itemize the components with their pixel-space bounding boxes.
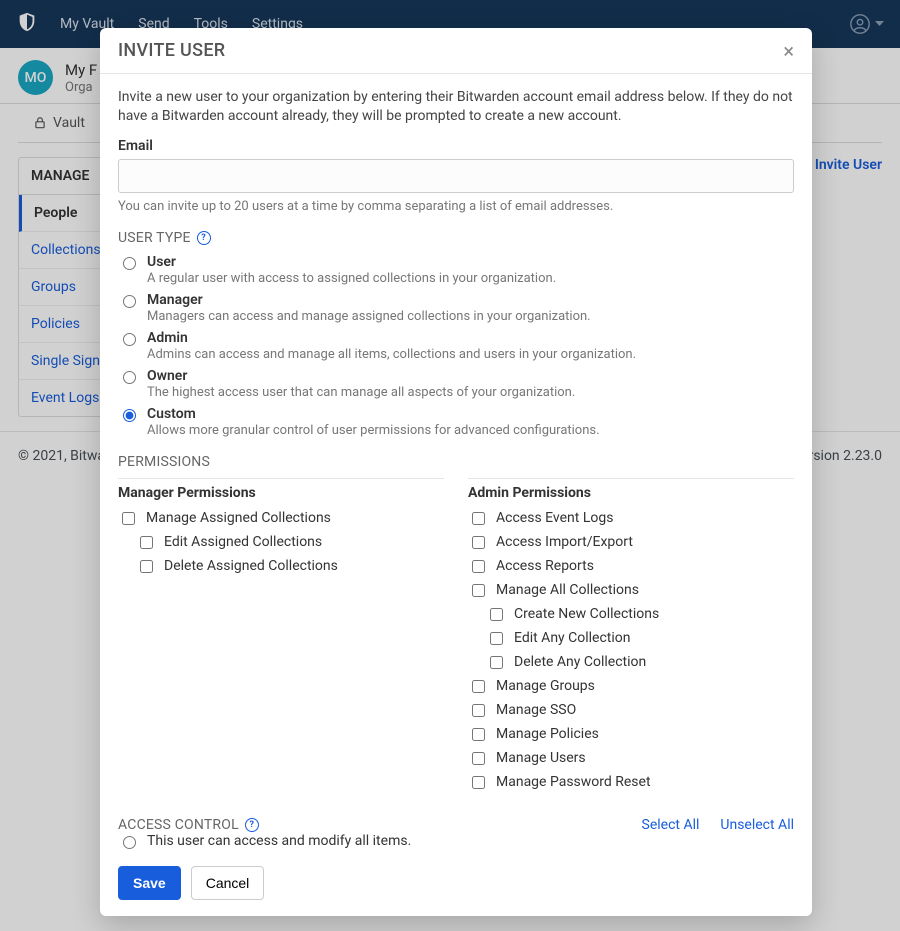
manager-perm-delete-assigned-collections-row[interactable]: Delete Assigned Collections <box>136 557 444 576</box>
select-all-link[interactable]: Select All <box>642 817 700 833</box>
user-type-owner-label: Owner <box>147 368 575 384</box>
admin-perm-manage-password-reset-checkbox[interactable] <box>472 776 485 789</box>
admin-perm-manage-sso-checkbox[interactable] <box>472 704 485 717</box>
admin-perm-create-new-collections-row[interactable]: Create New Collections <box>486 605 794 624</box>
admin-perm-create-new-collections-checkbox[interactable] <box>490 608 503 621</box>
save-button[interactable]: Save <box>118 866 181 900</box>
email-label: Email <box>118 138 794 154</box>
admin-perm-edit-any-collection-label: Edit Any Collection <box>514 630 631 646</box>
access-control-title: ACCESS CONTROL <box>118 817 239 833</box>
access-all-radio[interactable] <box>123 836 136 849</box>
admin-perm-edit-any-collection-checkbox[interactable] <box>490 632 503 645</box>
admin-perm-manage-groups-row[interactable]: Manage Groups <box>468 677 794 696</box>
invite-user-modal: INVITE USER × Invite a new user to your … <box>100 28 812 916</box>
user-type-owner-radio[interactable] <box>123 371 136 384</box>
admin-perm-manage-sso-row[interactable]: Manage SSO <box>468 701 794 720</box>
admin-perm-create-new-collections-label: Create New Collections <box>514 606 659 622</box>
admin-permissions-title: Admin Permissions <box>468 485 794 501</box>
admin-perm-access-reports-checkbox[interactable] <box>472 560 485 573</box>
email-input[interactable] <box>118 159 794 193</box>
admin-permissions-col: Admin Permissions Access Event Logs Acces… <box>468 478 794 797</box>
user-type-admin-label: Admin <box>147 330 636 346</box>
admin-perm-edit-any-collection-row[interactable]: Edit Any Collection <box>486 629 794 648</box>
info-icon[interactable]: ? <box>245 818 259 832</box>
admin-perm-access-event-logs-row[interactable]: Access Event Logs <box>468 509 794 528</box>
user-type-manager-desc: Managers can access and manage assigned … <box>147 309 591 324</box>
manager-perm-manage-assigned-collections-checkbox[interactable] <box>122 512 135 525</box>
info-icon[interactable]: ? <box>197 231 211 245</box>
user-type-admin-radio[interactable] <box>123 333 136 346</box>
admin-perm-access-import-export-row[interactable]: Access Import/Export <box>468 533 794 552</box>
user-type-custom-radio[interactable] <box>123 409 136 422</box>
user-type-owner-desc: The highest access user that can manage … <box>147 385 575 400</box>
admin-perm-manage-groups-checkbox[interactable] <box>472 680 485 693</box>
modal-title: INVITE USER <box>118 40 225 61</box>
admin-perm-manage-groups-label: Manage Groups <box>496 678 595 694</box>
manager-perm-edit-assigned-collections-row[interactable]: Edit Assigned Collections <box>136 533 444 552</box>
user-type-user-desc: A regular user with access to assigned c… <box>147 271 556 286</box>
manager-permissions-col: Manager Permissions Manage Assigned Coll… <box>118 478 444 797</box>
admin-perm-manage-all-collections-checkbox[interactable] <box>472 584 485 597</box>
admin-perm-manage-password-reset-row[interactable]: Manage Password Reset <box>468 773 794 792</box>
admin-perm-access-reports-row[interactable]: Access Reports <box>468 557 794 576</box>
user-type-admin-desc: Admins can access and manage all items, … <box>147 347 636 362</box>
user-type-custom-desc: Allows more granular control of user per… <box>147 423 600 438</box>
manager-perm-manage-assigned-collections-label: Manage Assigned Collections <box>146 510 331 526</box>
user-type-title: USER TYPE <box>118 230 191 246</box>
manager-perm-edit-assigned-collections-label: Edit Assigned Collections <box>164 534 322 550</box>
manager-perm-delete-assigned-collections-label: Delete Assigned Collections <box>164 558 338 574</box>
admin-perm-manage-users-checkbox[interactable] <box>472 752 485 765</box>
close-icon[interactable]: × <box>783 41 794 61</box>
admin-perm-access-import-export-checkbox[interactable] <box>472 536 485 549</box>
admin-perm-delete-any-collection-row[interactable]: Delete Any Collection <box>486 653 794 672</box>
manager-permissions-title: Manager Permissions <box>118 485 444 501</box>
email-hint: You can invite up to 20 users at a time … <box>118 199 794 214</box>
admin-perm-manage-all-collections-row[interactable]: Manage All Collections <box>468 581 794 600</box>
admin-perm-manage-policies-row[interactable]: Manage Policies <box>468 725 794 744</box>
user-type-manager-label: Manager <box>147 292 591 308</box>
user-type-user-label: User <box>147 254 556 270</box>
user-type-custom-label: Custom <box>147 406 600 422</box>
admin-perm-delete-any-collection-label: Delete Any Collection <box>514 654 646 670</box>
admin-perm-manage-password-reset-label: Manage Password Reset <box>496 774 651 790</box>
manager-perm-delete-assigned-collections-checkbox[interactable] <box>140 560 153 573</box>
admin-perm-delete-any-collection-checkbox[interactable] <box>490 656 503 669</box>
access-all-label: This user can access and modify all item… <box>147 833 411 849</box>
admin-perm-access-import-export-label: Access Import/Export <box>496 534 633 550</box>
user-type-user-radio[interactable] <box>123 257 136 270</box>
admin-perm-manage-policies-checkbox[interactable] <box>472 728 485 741</box>
cancel-button[interactable]: Cancel <box>191 866 265 900</box>
manager-perm-edit-assigned-collections-checkbox[interactable] <box>140 536 153 549</box>
admin-perm-access-reports-label: Access Reports <box>496 558 594 574</box>
admin-perm-manage-sso-label: Manage SSO <box>496 702 576 718</box>
unselect-all-link[interactable]: Unselect All <box>720 817 794 833</box>
manager-perm-manage-assigned-collections-row[interactable]: Manage Assigned Collections <box>118 509 444 528</box>
admin-perm-manage-users-row[interactable]: Manage Users <box>468 749 794 768</box>
admin-perm-manage-users-label: Manage Users <box>496 750 586 766</box>
admin-perm-manage-policies-label: Manage Policies <box>496 726 599 742</box>
admin-perm-access-event-logs-label: Access Event Logs <box>496 510 613 526</box>
admin-perm-manage-all-collections-label: Manage All Collections <box>496 582 639 598</box>
permissions-title: PERMISSIONS <box>118 454 210 470</box>
modal-intro: Invite a new user to your organization b… <box>118 88 794 126</box>
user-type-manager-radio[interactable] <box>123 295 136 308</box>
admin-perm-access-event-logs-checkbox[interactable] <box>472 512 485 525</box>
